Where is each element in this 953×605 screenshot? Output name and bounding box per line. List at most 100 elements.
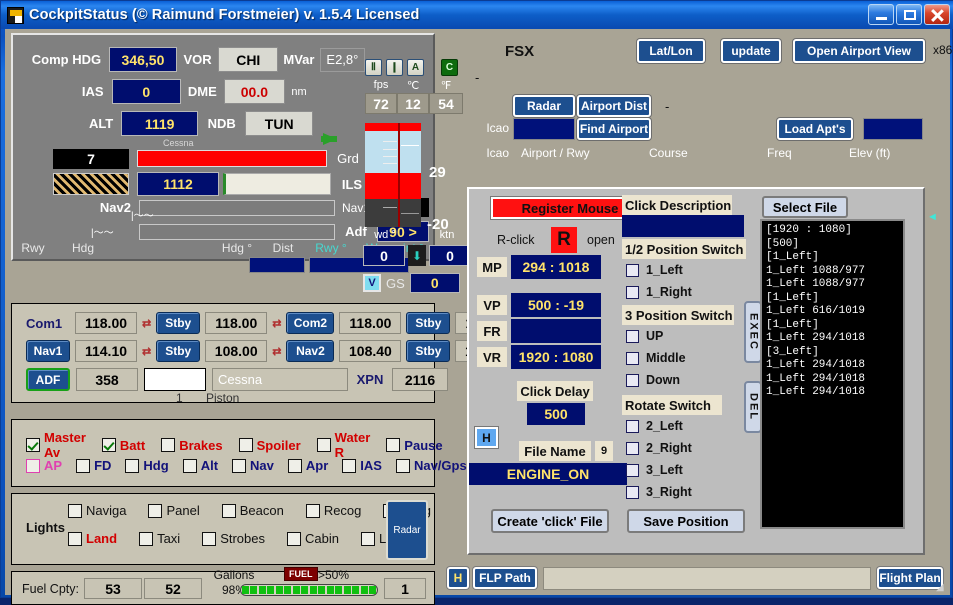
light-strobes[interactable]: Strobes xyxy=(202,531,265,546)
switch-hdg[interactable]: Hdg xyxy=(125,458,169,473)
option-middle[interactable]: Middle xyxy=(626,351,686,365)
option-2-left[interactable]: 2_Left xyxy=(626,419,683,433)
nav1-stby-button[interactable]: Stby xyxy=(156,340,201,362)
com2-stby-button[interactable]: Stby xyxy=(406,312,451,334)
light-recog[interactable]: Recog xyxy=(305,503,361,518)
com2-active[interactable]: 118.00 xyxy=(339,312,402,334)
switch-fd[interactable]: FD xyxy=(76,458,111,473)
flp-path-button[interactable]: FLP Path xyxy=(473,567,537,589)
switch-brakes[interactable]: Brakes xyxy=(161,438,223,453)
com1-active[interactable]: 118.00 xyxy=(75,312,137,334)
fuel-icon[interactable]: ❙ xyxy=(386,59,403,76)
fuel-value-1[interactable]: 53 xyxy=(84,578,142,599)
switch-apr[interactable]: Apr xyxy=(287,458,328,473)
option-3-left[interactable]: 3_Left xyxy=(626,463,683,477)
select-file-button[interactable]: Select File xyxy=(762,196,848,218)
aircraft-name-field[interactable]: Cessna xyxy=(212,368,348,391)
airport-dist-button[interactable]: Airport Dist xyxy=(577,95,651,117)
nav2-active[interactable]: 108.40 xyxy=(339,340,402,362)
switch-water-r[interactable]: Water R xyxy=(316,430,370,460)
ias-value[interactable]: 0 xyxy=(111,79,181,104)
close-button[interactable] xyxy=(924,4,950,25)
elev-input[interactable] xyxy=(863,118,923,140)
collapse-arrow-icon[interactable]: ◄ xyxy=(927,211,938,223)
bottom-h-button[interactable]: H xyxy=(447,567,469,589)
click-log-listbox[interactable]: [1920 : 1080] [500] [1_Left] 1_Left 1088… xyxy=(760,219,905,529)
com1-swap-icon[interactable]: ⇄ xyxy=(142,317,151,330)
click-description-value[interactable] xyxy=(622,215,744,237)
vp-value[interactable]: 500 : -19 xyxy=(511,293,601,317)
option-up[interactable]: UP xyxy=(626,329,663,343)
resize-grip[interactable]: ◢ xyxy=(936,582,948,594)
fuel-value-2[interactable]: 52 xyxy=(144,578,202,599)
light-cabin[interactable]: Cabin xyxy=(287,531,339,546)
nav1-button[interactable]: Nav1 xyxy=(26,340,70,362)
find-airport-button[interactable]: Find Airport xyxy=(577,118,651,140)
vor-value[interactable]: CHI xyxy=(218,47,279,72)
icao-input[interactable] xyxy=(513,118,575,140)
light-naviga[interactable]: Naviga xyxy=(68,503,126,518)
option-1-right[interactable]: 1_Right xyxy=(626,285,692,299)
com1-stby[interactable]: 118.00 xyxy=(205,312,268,334)
h-button[interactable]: H xyxy=(475,427,498,448)
switch-batt[interactable]: Batt xyxy=(101,438,145,453)
switch-alt[interactable]: Alt xyxy=(182,458,218,473)
create-click-file-button[interactable]: Create 'click' File xyxy=(491,509,609,533)
file-name-value[interactable]: ENGINE_ON xyxy=(469,463,627,485)
light-land[interactable]: Land xyxy=(68,531,117,546)
radar-button-fsx[interactable]: Radar xyxy=(513,95,575,117)
com1-stby-button[interactable]: Stby xyxy=(156,312,201,334)
window-title: CockpitStatus (© Raimund Forstmeier) v. … xyxy=(29,7,420,23)
click-delay-value[interactable]: 500 xyxy=(527,403,585,425)
lat-lon-button[interactable]: Lat/Lon xyxy=(637,39,705,63)
flp-path-input[interactable] xyxy=(543,567,871,590)
adf-button[interactable]: ADF xyxy=(26,368,70,391)
nav2-button[interactable]: Nav2 xyxy=(286,340,335,362)
nav2-swap-icon[interactable]: ⇄ xyxy=(272,345,281,358)
comp-hdg-value[interactable]: 346,50 xyxy=(109,47,177,72)
flight-plan-button[interactable]: Flight Plan xyxy=(877,567,943,589)
save-position-button[interactable]: Save Position xyxy=(627,509,745,533)
switch-pause[interactable]: Pause xyxy=(386,438,443,453)
com2-swap-icon[interactable]: ⇄ xyxy=(272,317,281,330)
load-apts-button[interactable]: Load Apt's xyxy=(777,118,853,140)
rwy-deg-field[interactable] xyxy=(249,257,305,273)
minimize-button[interactable] xyxy=(868,4,894,25)
radar-button[interactable]: Radar xyxy=(386,500,428,560)
mp-value[interactable]: 294 : 1018 xyxy=(511,255,601,279)
xpn-value[interactable]: 2116 xyxy=(392,368,448,391)
autopilot-icon[interactable]: A xyxy=(407,59,424,76)
switch-nav-gps[interactable]: Nav/Gps xyxy=(395,458,467,473)
alt-value[interactable]: 1119 xyxy=(121,111,198,136)
vr-value[interactable]: 1920 : 1080 xyxy=(511,345,601,369)
light-panel[interactable]: Panel xyxy=(148,503,200,518)
ndb-value[interactable]: TUN xyxy=(245,111,313,136)
nav1-swap-icon[interactable]: ⇄ xyxy=(142,345,151,358)
option-3-right[interactable]: 3_Right xyxy=(626,485,692,499)
tank-count[interactable]: 1 xyxy=(384,578,426,599)
adf-blank-field[interactable] xyxy=(144,368,206,391)
nav1-active[interactable]: 114.10 xyxy=(75,340,137,362)
fr-value[interactable] xyxy=(511,319,601,343)
gs-toggle-button[interactable]: V xyxy=(363,274,381,292)
adf-frequency[interactable]: 358 xyxy=(76,368,138,391)
switch-ias[interactable]: IAS xyxy=(342,458,382,473)
switch-nav[interactable]: Nav xyxy=(232,458,274,473)
dme-value[interactable]: 00.0 xyxy=(223,79,286,104)
option-1-left[interactable]: 1_Left xyxy=(626,263,683,277)
switch-spoiler[interactable]: Spoiler xyxy=(238,438,301,453)
option-down[interactable]: Down xyxy=(626,373,680,387)
ils-freq[interactable]: 1112 xyxy=(137,172,219,196)
thermometer-icon[interactable]: Ⅱ xyxy=(365,59,382,76)
nav1-stby[interactable]: 108.00 xyxy=(205,340,268,362)
maximize-button[interactable] xyxy=(896,4,922,25)
switch-master-av[interactable]: Master Av xyxy=(26,430,86,460)
open-airport-view-button[interactable]: Open Airport View xyxy=(793,39,925,63)
com2-button[interactable]: Com2 xyxy=(286,312,335,334)
switch-ap[interactable]: AP xyxy=(26,458,62,473)
option-2-right[interactable]: 2_Right xyxy=(626,441,692,455)
update-button[interactable]: update xyxy=(721,39,781,63)
light-taxi[interactable]: Taxi xyxy=(139,531,180,546)
nav2-stby-button[interactable]: Stby xyxy=(406,340,451,362)
light-beacon[interactable]: Beacon xyxy=(221,503,284,518)
